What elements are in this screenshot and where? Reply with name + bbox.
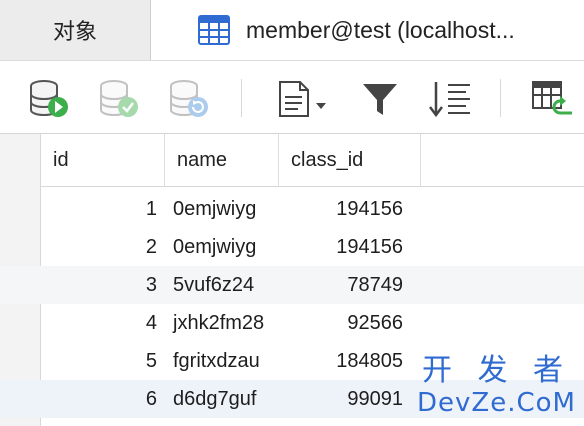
cell-name[interactable]: 0emjwiyg <box>165 228 273 266</box>
tab-objects[interactable]: 对象 <box>0 0 151 60</box>
cell-class-id[interactable]: 78749 <box>279 266 409 304</box>
cell-class-id[interactable]: 194156 <box>279 228 409 266</box>
cell-id[interactable]: 2 <box>41 228 165 266</box>
cell-name[interactable]: 0emjwiyg <box>165 190 273 228</box>
tab-bar: 对象 member@test (localhost... <box>0 0 584 61</box>
toolbar <box>0 61 584 134</box>
sort-button[interactable] <box>428 79 472 119</box>
grid-header: id name class_id <box>41 134 584 187</box>
cell-class-id[interactable]: 92566 <box>279 304 409 342</box>
filter-icon <box>363 84 397 115</box>
cell-name[interactable]: 5vuf6z24 <box>165 266 273 304</box>
cell-name[interactable]: jxhk2fm28 <box>165 304 273 342</box>
run-query-button[interactable] <box>28 79 72 119</box>
sort-icon <box>429 82 470 118</box>
table-row[interactable]: 3 5vuf6z24 78749 <box>0 266 584 304</box>
table-icon <box>198 15 230 45</box>
document-menu-button[interactable] <box>276 79 332 119</box>
cell-id[interactable]: 5 <box>41 342 165 380</box>
cell-class-id[interactable]: 194156 <box>279 190 409 228</box>
cell-id[interactable]: 3 <box>41 266 165 304</box>
cell-name[interactable]: fgritxdzau <box>165 342 273 380</box>
tab-member-table[interactable]: member@test (localhost... <box>151 0 584 60</box>
watermark-en: DevZe.CoM <box>417 388 576 418</box>
table-row[interactable]: 2 0emjwiyg 194156 <box>0 228 584 266</box>
cell-id[interactable]: 1 <box>41 190 165 228</box>
toolbar-separator <box>241 79 242 117</box>
refresh-button[interactable] <box>168 79 212 119</box>
watermark-cn: 开 发 者 <box>421 353 572 388</box>
tab-objects-label: 对象 <box>52 19 97 44</box>
database-run-icon <box>30 80 68 117</box>
column-header-class-id[interactable]: class_id <box>279 134 421 186</box>
watermark: 开 发 者 DevZe.CoM <box>417 353 576 419</box>
cell-id[interactable]: 6 <box>41 380 165 418</box>
table-row[interactable]: 4 jxhk2fm28 92566 <box>0 304 584 342</box>
column-header-id[interactable]: id <box>41 134 165 186</box>
cell-id[interactable]: 4 <box>41 304 165 342</box>
document-menu-icon <box>279 81 326 117</box>
toolbar-separator <box>500 79 501 117</box>
cell-class-id[interactable]: 184805 <box>279 342 409 380</box>
import-button[interactable] <box>530 79 574 119</box>
database-check-icon <box>100 80 138 117</box>
column-header-name[interactable]: name <box>165 134 279 186</box>
check-button[interactable] <box>98 79 142 119</box>
cell-class-id[interactable]: 99091 <box>279 380 409 418</box>
cell-name[interactable]: d6dg7guf <box>165 380 273 418</box>
filter-button[interactable] <box>360 79 400 119</box>
database-refresh-icon <box>170 80 208 117</box>
tab-member-table-label: member@test (localhost... <box>246 16 515 43</box>
table-row[interactable]: 1 0emjwiyg 194156 <box>0 190 584 228</box>
table-import-icon <box>532 81 572 115</box>
